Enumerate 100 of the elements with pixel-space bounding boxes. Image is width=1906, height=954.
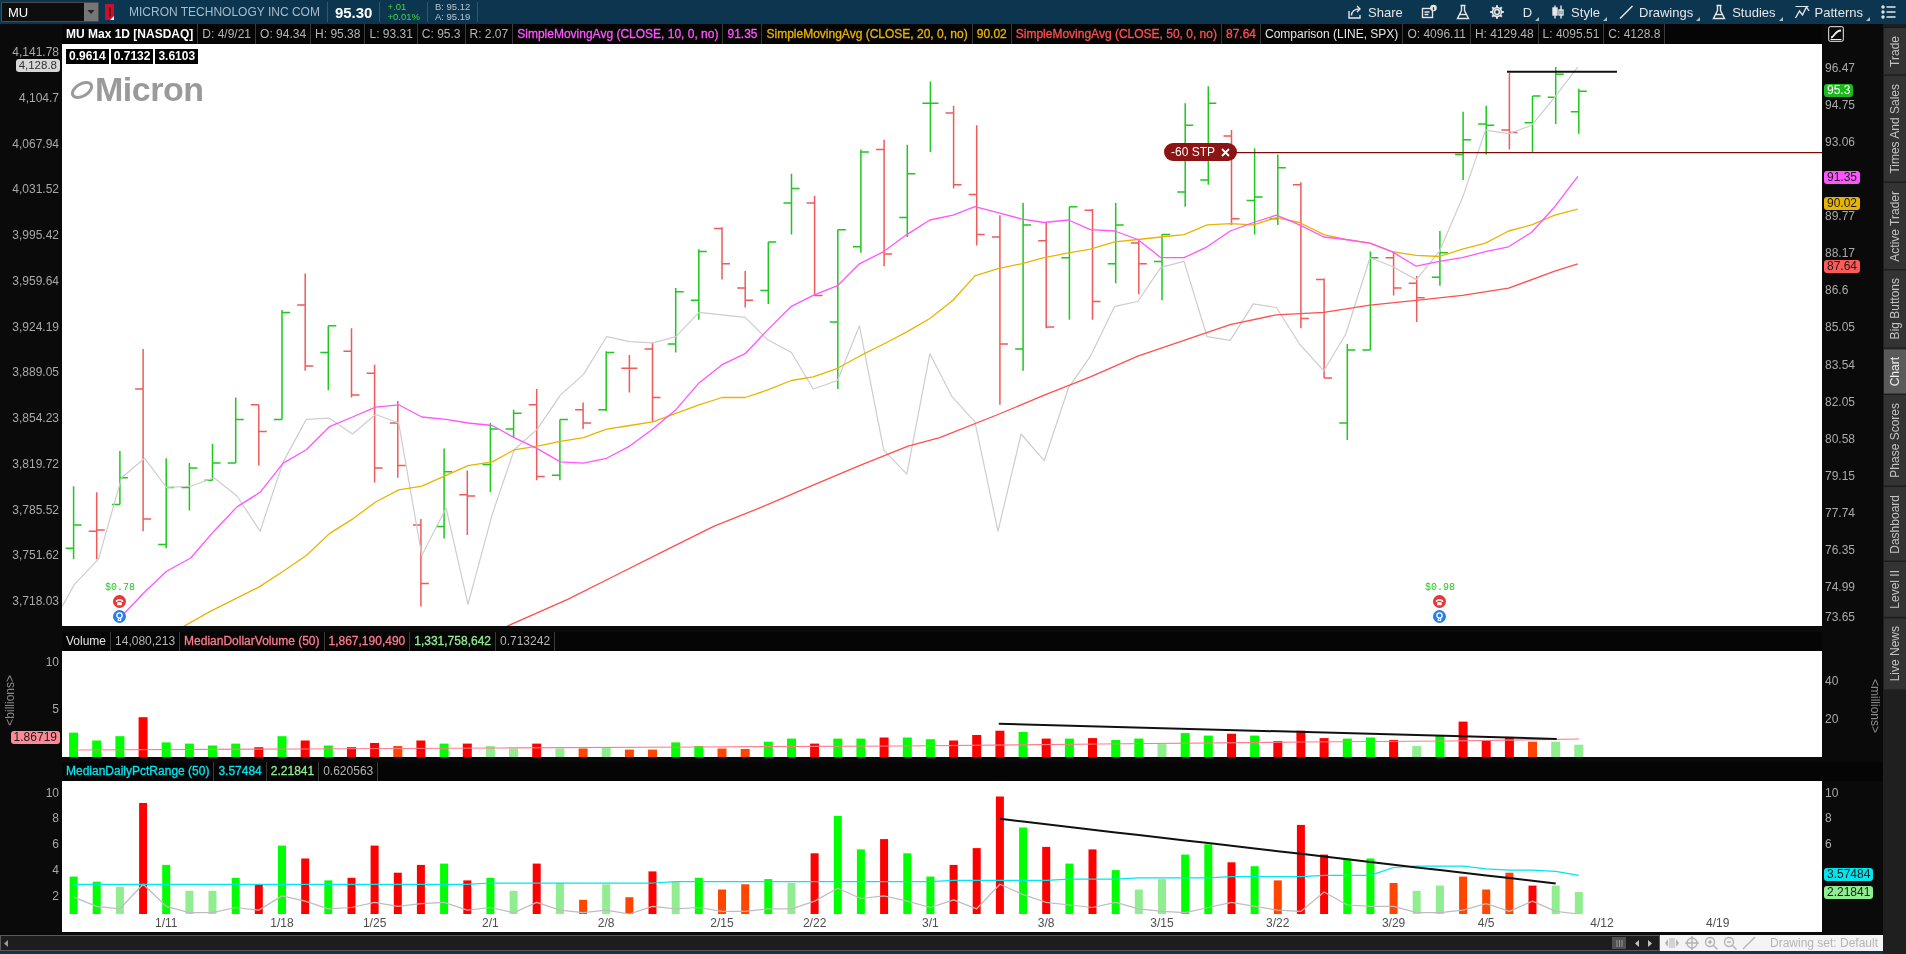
axis-label: 85.05 — [1825, 320, 1856, 335]
axis-label: 4 — [52, 863, 59, 878]
legend-value: 0.713242 — [500, 636, 551, 647]
side-tab[interactable]: Chart — [1884, 347, 1906, 394]
earnings-value: $0.78 — [104, 582, 135, 593]
side-tab[interactable]: Active Trader — [1884, 181, 1906, 270]
side-tab[interactable]: Dashboard — [1884, 485, 1906, 562]
date-label: 3/29 — [1381, 916, 1406, 930]
axis-label: 3,819.72 — [12, 456, 59, 471]
last-price: 95.30 — [334, 3, 373, 21]
stat-value: 0.7132 — [110, 49, 154, 64]
menu-icon[interactable] — [1881, 4, 1897, 20]
caret-right-icon[interactable] — [1647, 938, 1653, 948]
axis-label: 83.54 — [1825, 357, 1856, 372]
axis-label: 3,718.03 — [12, 594, 59, 608]
legend-value: H: 4129.48 — [1474, 28, 1534, 40]
trend-line[interactable] — [1506, 70, 1618, 73]
study-label: SimpleMovingAvg (CLOSE, 20, 0, no) — [766, 28, 968, 40]
axis-label: 3,889.05 — [12, 365, 59, 380]
axis-label: 3,959.64 — [12, 273, 59, 288]
unit-label: <billions> — [4, 675, 17, 726]
card-icon[interactable] — [1420, 4, 1437, 20]
study-label: MedianDollarVolume (50) — [184, 636, 320, 647]
legend-value: 1,331,758,642 — [414, 636, 491, 647]
phone-icon[interactable] — [1433, 595, 1447, 608]
date-label: 3/22 — [1266, 916, 1290, 930]
axis-label: 2 — [52, 888, 59, 903]
side-tab[interactable]: Times And Sales — [1884, 74, 1906, 182]
legend-value: 3.57484 — [218, 766, 262, 777]
value-tag: 3.57484 — [1824, 867, 1874, 881]
caret-icon[interactable] — [84, 3, 98, 21]
study-label: Volume — [66, 636, 107, 647]
side-tab[interactable]: Big Buttons — [1884, 269, 1906, 348]
date-label: 1/11 — [154, 916, 178, 930]
trend-line[interactable] — [997, 722, 1558, 740]
share-icon[interactable] — [1347, 4, 1363, 20]
value-tag: 1.86719 — [10, 731, 60, 744]
axis-label: 6 — [1825, 837, 1832, 852]
percent-change: +0.01% — [387, 12, 420, 22]
legend-value: O: 4096.11 — [1407, 28, 1466, 40]
axis-label: 74.99 — [1825, 580, 1856, 595]
zigzag-icon[interactable] — [1793, 4, 1810, 20]
symbol-field[interactable]: MU — [1, 2, 99, 22]
study-label: SimpleMovingAvg (CLOSE, 10, 0, no) — [517, 28, 719, 40]
axis-label: 10 — [45, 785, 59, 800]
axis-label: 77.74 — [1825, 506, 1856, 521]
candlestick-icon[interactable] — [1550, 4, 1567, 20]
axis-label: 3,785.52 — [12, 502, 59, 517]
caret-left-icon[interactable] — [3, 938, 9, 948]
axis-label: 10 — [1825, 785, 1839, 800]
marker-icon[interactable] — [105, 4, 114, 20]
curve-icon[interactable] — [1828, 26, 1844, 42]
legend-value: L: 4095.51 — [1542, 28, 1600, 40]
flask-icon[interactable] — [1711, 4, 1728, 20]
legend-value: D: 4/9/21 — [202, 28, 252, 40]
ask-price: A: 95.19 — [434, 12, 471, 22]
legend-value: 2.21841 — [270, 766, 315, 777]
axis-label: 94.75 — [1825, 97, 1856, 112]
earnings-value: $0.98 — [1424, 582, 1455, 593]
axis-label: 4,141.78 — [12, 45, 59, 59]
legend-value: 0.620563 — [323, 766, 374, 777]
axis-label: 5 — [52, 702, 59, 716]
legend-value: 87.64 — [1225, 28, 1256, 40]
date-label: 4/19 — [1706, 916, 1730, 930]
axis-label: 10 — [45, 654, 59, 669]
axis-label: 73.65 — [1825, 610, 1856, 624]
axis-label: 20 — [1825, 712, 1839, 727]
close-icon[interactable] — [1221, 147, 1230, 157]
side-tab[interactable]: Phase Scores — [1884, 393, 1906, 486]
date-label: 2/8 — [597, 916, 615, 930]
date-label: 2/1 — [482, 916, 499, 930]
bulb-icon[interactable] — [113, 610, 127, 623]
caret-left-icon[interactable] — [1634, 938, 1640, 948]
company-logo: Micron — [70, 71, 204, 107]
axis-label: 3,924.19 — [12, 319, 59, 334]
side-tab[interactable]: Level II — [1884, 561, 1906, 618]
date-label: 3/1 — [922, 916, 939, 930]
date-label: 4/12 — [1590, 916, 1614, 930]
scrollbar-thumb[interactable] — [1612, 937, 1626, 949]
flask-icon[interactable] — [1454, 4, 1471, 20]
side-tab[interactable]: Live News — [1884, 617, 1906, 690]
axis-label: 82.05 — [1825, 394, 1856, 409]
share-button[interactable]: Share — [1338, 0, 1412, 24]
legend-value: 90.02 — [976, 28, 1007, 40]
bulb-icon[interactable] — [1433, 610, 1447, 623]
drawing-set-label: Drawing set: Default — [1770, 936, 1879, 950]
axis-label: 4,031.52 — [12, 182, 59, 197]
side-tab[interactable]: Trade — [1884, 27, 1906, 75]
company-name: MICRON TECHNOLOGY INC COM — [129, 5, 320, 19]
phone-icon[interactable] — [113, 595, 127, 608]
date-label: 3/8 — [1037, 916, 1055, 930]
gear-icon[interactable] — [1488, 4, 1505, 20]
axis-label: 6 — [52, 837, 59, 852]
stat-value: 0.9614 — [66, 49, 109, 64]
legend-value: C: 4128.8 — [1608, 28, 1661, 40]
axis-label: 89.77 — [1825, 209, 1856, 224]
price-tag: 90.02 — [1824, 196, 1861, 210]
axis-label: 88.17 — [1825, 246, 1856, 261]
order-tag[interactable]: -60 STP — [1164, 143, 1237, 161]
trend-line[interactable] — [998, 817, 1557, 885]
